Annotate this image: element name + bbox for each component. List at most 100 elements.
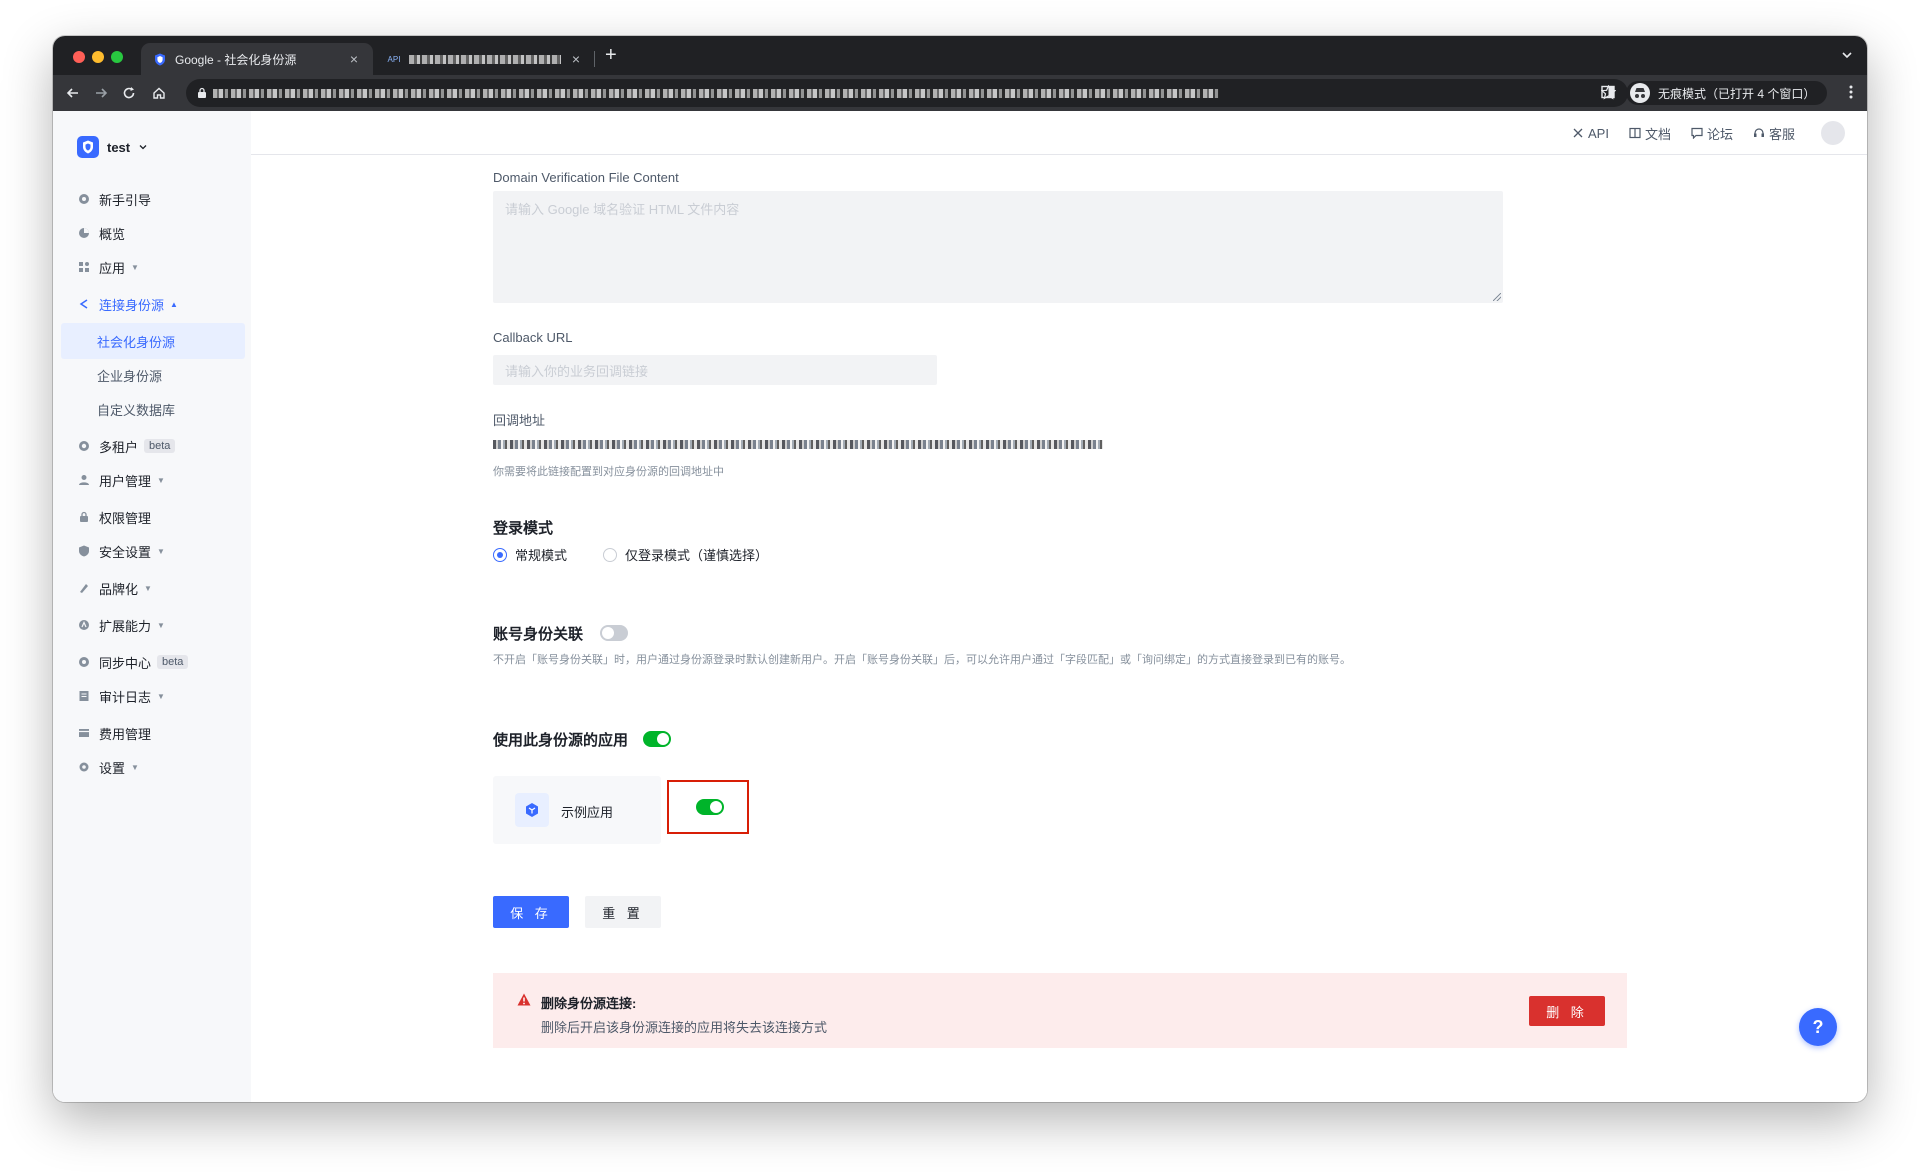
radio-label: 常规模式 — [515, 548, 568, 563]
home-icon[interactable] — [149, 83, 169, 103]
users-icon — [77, 473, 91, 487]
sidebar-item-audit-log[interactable]: 审计日志 ▼ — [61, 678, 245, 714]
tenant-switcher[interactable]: test — [77, 136, 148, 158]
help-button[interactable]: ? — [1799, 1008, 1837, 1046]
app-root: test 新手引导 概览 应用 ▼ 连接身份源 ▲ 社会化身份源 企业身份源 自… — [53, 111, 1867, 1102]
sidebar-item-branding[interactable]: 品牌化 ▼ — [61, 570, 245, 606]
app-card: 示例应用 — [493, 776, 661, 844]
sidebar-item-sync[interactable]: 同步中心 beta — [61, 644, 245, 680]
sidebar-item-label: 概览 — [99, 226, 126, 242]
submenu-item-label: 社会化身份源 — [97, 334, 176, 350]
reload-icon[interactable] — [119, 83, 139, 103]
sidebar-item-extensions[interactable]: 扩展能力 ▼ — [61, 607, 245, 643]
danger-title: 删除身份源连接: — [541, 996, 637, 1011]
support-link-label: 客服 — [1768, 126, 1795, 142]
support-link[interactable]: 客服 — [1753, 124, 1795, 143]
caret-down-icon: ▼ — [157, 691, 165, 701]
sidebar-item-connections[interactable]: 连接身份源 ▲ — [61, 286, 245, 322]
sync-icon — [77, 655, 91, 669]
maximize-window-button[interactable] — [111, 51, 123, 63]
sidebar-item-guide[interactable]: 新手引导 — [61, 181, 245, 217]
forward-icon[interactable] — [91, 83, 111, 103]
beta-badge: beta — [144, 439, 176, 453]
sidebar-item-security[interactable]: 安全设置 ▼ — [61, 533, 245, 569]
tab-close-icon[interactable]: × — [347, 52, 361, 66]
login-mode-normal-radio[interactable]: 常规模式 — [493, 545, 567, 564]
radio-label: 仅登录模式（谨慎选择） — [625, 548, 769, 563]
caret-down-icon: ▼ — [131, 262, 139, 272]
save-button[interactable]: 保 存 — [493, 896, 569, 928]
sidebar-item-label: 权限管理 — [99, 510, 152, 526]
sidebar-item-label: 安全设置 — [99, 544, 152, 560]
incognito-label: 无痕模式（已打开 4 个窗口） — [1658, 86, 1816, 101]
incognito-indicator[interactable]: 无痕模式（已打开 4 个窗口） — [1626, 81, 1828, 105]
switch-knob — [657, 733, 669, 745]
browser-toolbar: 无痕模式（已打开 4 个窗口） — [53, 75, 1867, 111]
beta-badge: beta — [157, 655, 189, 669]
side-panel-icon[interactable] — [1601, 85, 1615, 104]
user-avatar[interactable] — [1821, 121, 1845, 145]
submenu-item-custom-db[interactable]: 自定义数据库 — [61, 391, 245, 427]
callback-url-input[interactable]: 请输入你的业务回调链接 — [493, 355, 937, 385]
sidebar-item-label: 应用 — [99, 260, 126, 276]
main-content: API 文档 论坛 客服 Domain Verification File Co… — [251, 111, 1867, 1102]
minimize-window-button[interactable] — [92, 51, 104, 63]
connection-icon — [77, 297, 91, 311]
forum-link[interactable]: 论坛 — [1691, 124, 1733, 143]
close-window-button[interactable] — [73, 51, 85, 63]
top-nav: API 文档 论坛 客服 — [251, 111, 1867, 155]
sidebar-item-billing[interactable]: 费用管理 — [61, 715, 245, 751]
caret-down-icon: ▼ — [157, 620, 165, 630]
app-card-name: 示例应用 — [561, 805, 614, 820]
gear-icon — [77, 760, 91, 774]
account-link-switch[interactable] — [600, 625, 628, 641]
tab-close-icon[interactable]: × — [569, 52, 583, 66]
forum-icon — [1691, 127, 1703, 139]
chevron-down-icon[interactable] — [1841, 48, 1853, 66]
sidebar-item-settings[interactable]: 设置 ▼ — [61, 749, 245, 785]
login-mode-title: 登录模式 — [493, 520, 554, 537]
sidebar-item-users[interactable]: 用户管理 ▼ — [61, 462, 245, 498]
shield-icon — [77, 544, 91, 558]
sidebar-item-permissions[interactable]: 权限管理 — [61, 499, 245, 535]
sidebar-item-tenants[interactable]: 多租户 beta — [61, 428, 245, 464]
submenu-item-label: 自定义数据库 — [97, 402, 176, 418]
browser-tab-active[interactable]: Google - 社会化身份源 × — [141, 43, 373, 75]
address-bar[interactable] — [186, 79, 1628, 107]
warning-icon — [517, 993, 531, 1011]
lock-icon — [197, 86, 207, 104]
docs-link[interactable]: 文档 — [1629, 124, 1671, 143]
sidebar-item-label: 连接身份源 — [99, 297, 165, 313]
sidebar-item-overview[interactable]: 概览 — [61, 215, 245, 251]
login-mode-login-only-radio[interactable]: 仅登录模式（谨慎选择） — [603, 545, 768, 564]
submenu-item-social[interactable]: 社会化身份源 — [61, 323, 245, 359]
api-favicon-icon: API — [387, 54, 401, 64]
browser-window: Google - 社会化身份源 × API × + 无痕模式（已打开 4 个窗口… — [53, 36, 1867, 1102]
api-link-label: API — [1587, 125, 1609, 141]
api-link[interactable]: API — [1572, 126, 1609, 141]
apps-using-source-switch[interactable] — [643, 731, 671, 747]
billing-icon — [77, 726, 91, 740]
reset-button[interactable]: 重 置 — [585, 896, 661, 928]
danger-zone: 删除身份源连接: 删除后开启该身份源连接的应用将失去该连接方式 删 除 — [493, 973, 1627, 1048]
account-link-description: 不开启「账号身份关联」时，用户通过身份源登录时默认创建新用户。开启「账号身份关联… — [493, 654, 1351, 666]
browser-menu-icon[interactable] — [1849, 85, 1853, 104]
login-mode-radio-group: 常规模式 仅登录模式（谨慎选择） — [493, 545, 768, 564]
browser-tab-inactive[interactable]: API × — [375, 43, 595, 75]
pie-chart-icon — [77, 226, 91, 240]
lock-icon — [77, 510, 91, 524]
resize-handle-icon[interactable] — [1493, 293, 1501, 301]
tenant-icon — [77, 439, 91, 453]
apps-icon — [77, 260, 91, 274]
callback-address-label: 回调地址 — [493, 413, 546, 428]
new-tab-button[interactable]: + — [605, 45, 617, 65]
sidebar-item-apps[interactable]: 应用 ▼ — [61, 249, 245, 285]
danger-description: 删除后开启该身份源连接的应用将失去该连接方式 — [541, 1020, 828, 1035]
verification-file-textarea[interactable]: 请输入 Google 域名验证 HTML 文件内容 — [493, 191, 1503, 303]
sidebar-item-label: 用户管理 — [99, 473, 152, 489]
submenu-item-enterprise[interactable]: 企业身份源 — [61, 357, 245, 393]
switch-knob — [602, 627, 614, 639]
back-icon[interactable] — [63, 83, 83, 103]
delete-button[interactable]: 删 除 — [1529, 996, 1605, 1026]
tenant-name: test — [107, 139, 131, 155]
